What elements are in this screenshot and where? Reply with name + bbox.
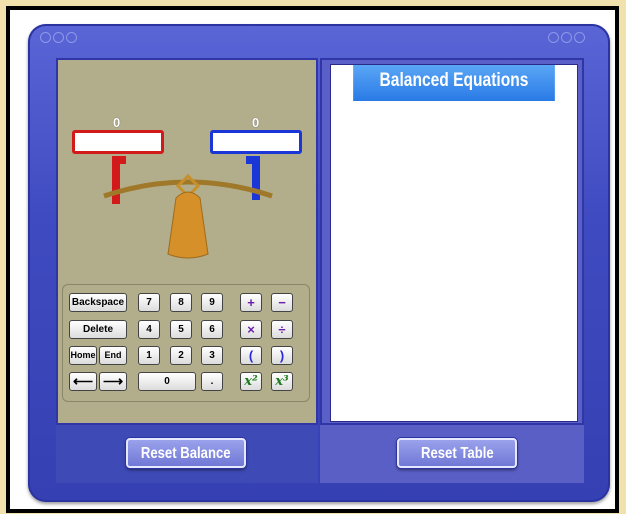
minus-key[interactable]: −	[271, 293, 293, 312]
plus-key[interactable]: +	[240, 293, 262, 312]
end-key[interactable]: End	[99, 346, 127, 365]
left-paren-key[interactable]: (	[240, 346, 262, 365]
square-key[interactable]: x²	[240, 372, 262, 391]
circle-icon	[561, 32, 572, 43]
digit-2-key[interactable]: 2	[170, 346, 192, 365]
digit-3-key[interactable]: 3	[201, 346, 223, 365]
left-pan-value: 0	[113, 115, 121, 130]
circle-icon	[574, 32, 585, 43]
digit-1-key[interactable]: 1	[138, 346, 160, 365]
circle-icon	[66, 32, 77, 43]
equations-table: Balanced Equations	[330, 64, 578, 422]
times-key[interactable]: ×	[240, 320, 262, 339]
right-pan[interactable]	[210, 130, 302, 154]
table-title: Balanced Equations	[353, 65, 555, 101]
right-pan-value: 0	[252, 115, 260, 130]
left-arrow-key[interactable]: ⟵	[69, 372, 97, 391]
circle-icon	[548, 32, 559, 43]
reset-balance-label: Reset Balance	[141, 445, 231, 462]
cube-key[interactable]: x³	[271, 372, 293, 391]
digit-7-key[interactable]: 7	[138, 293, 160, 312]
digit-5-key[interactable]: 5	[170, 320, 192, 339]
circle-icon	[53, 32, 64, 43]
digit-6-key[interactable]: 6	[201, 320, 223, 339]
divide-key[interactable]: ÷	[271, 320, 293, 339]
right-paren-key[interactable]: )	[271, 346, 293, 365]
balance-scale-icon	[103, 156, 273, 259]
reset-balance-button[interactable]: Reset Balance	[126, 438, 246, 468]
right-arrow-key[interactable]: ⟶	[99, 372, 127, 391]
digit-8-key[interactable]: 8	[170, 293, 192, 312]
decimal-key[interactable]: .	[201, 372, 223, 391]
window-dots-right	[548, 32, 587, 46]
digit-9-key[interactable]: 9	[201, 293, 223, 312]
reset-table-label: Reset Table	[420, 445, 494, 462]
stage: 0 0 Backspace Delete Home End ⟵ ⟶ 7 8 9 …	[0, 0, 626, 514]
digit-4-key[interactable]: 4	[138, 320, 160, 339]
reset-table-button[interactable]: Reset Table	[397, 438, 517, 468]
delete-key[interactable]: Delete	[69, 320, 127, 339]
backspace-key[interactable]: Backspace	[69, 293, 127, 312]
left-pan[interactable]	[72, 130, 164, 154]
digit-0-key[interactable]: 0	[138, 372, 196, 391]
window-dots-left	[40, 32, 79, 46]
home-key[interactable]: Home	[69, 346, 97, 365]
circle-icon	[40, 32, 51, 43]
